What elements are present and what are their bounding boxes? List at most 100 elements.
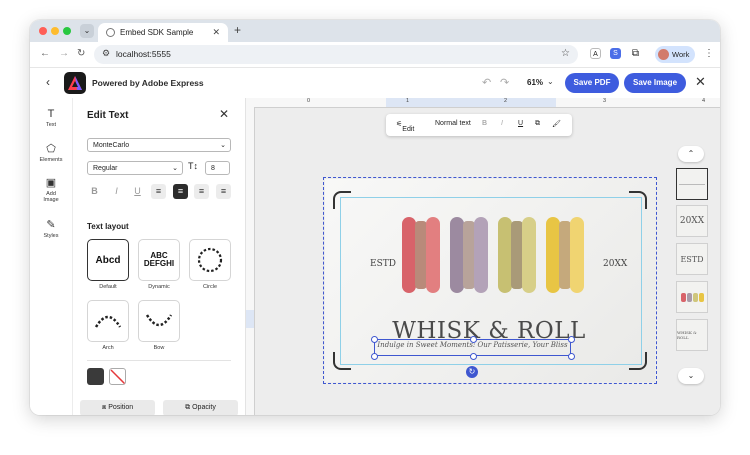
back-chevron-icon[interactable]: ‹ xyxy=(46,75,50,89)
reload-icon[interactable]: ↻ xyxy=(77,48,85,59)
rail-label: Text xyxy=(45,122,57,128)
browser-toolbar: ← → ↻ ⚙ localhost:5555 ☆ A S ⧉ Work ⋮ xyxy=(30,42,720,67)
edit-button[interactable]: ⚟ Edit xyxy=(396,120,414,133)
layout-default[interactable]: Abcd xyxy=(87,239,129,281)
profile-button[interactable]: Work xyxy=(655,46,695,63)
left-rail: T Text ⬠ Elements ▣ Add Image ✎ Styles xyxy=(30,98,73,415)
bookmark-star-icon[interactable]: ☆ xyxy=(561,48,570,59)
layout-circle[interactable] xyxy=(189,239,231,281)
page-thumb-3[interactable]: ESTD xyxy=(676,243,708,275)
zoom-dropdown-icon[interactable]: ⌄ xyxy=(547,77,554,86)
close-tab-icon[interactable]: ✕ xyxy=(212,23,220,42)
browser-menu-icon[interactable]: ⋮ xyxy=(704,48,714,59)
editor-canvas[interactable]: 0 1 2 3 4 ⚟ Edit Normal text B I U ⧉ 🖌 E… xyxy=(246,98,720,415)
ruler-tick: 1 xyxy=(406,98,410,104)
close-window-button[interactable] xyxy=(39,27,47,35)
format-painter-icon[interactable]: 🖌 xyxy=(552,120,561,128)
align-right-button[interactable]: ≡ xyxy=(194,184,209,199)
address-bar[interactable]: ⚙ localhost:5555 ☆ xyxy=(94,45,578,64)
resize-handle[interactable] xyxy=(470,353,477,360)
resize-handle[interactable] xyxy=(371,353,378,360)
line-preview xyxy=(679,183,705,185)
extension-a-icon[interactable]: A xyxy=(590,48,601,59)
close-editor-icon[interactable]: ✕ xyxy=(695,74,706,90)
zoom-level[interactable]: 61% xyxy=(527,78,543,87)
globe-icon xyxy=(106,28,115,37)
rotate-handle-icon[interactable]: ↻ xyxy=(466,366,478,378)
forward-arrow-icon[interactable]: → xyxy=(59,48,69,59)
resize-handle[interactable] xyxy=(371,336,378,343)
duplicate-icon[interactable]: ⧉ xyxy=(535,120,540,128)
font-family-select[interactable]: MonteCarlo ⌄ xyxy=(87,138,231,152)
rail-label: Styles xyxy=(43,233,59,239)
context-underline-button[interactable]: U xyxy=(518,120,523,127)
redo-icon[interactable]: ↷ xyxy=(500,76,509,89)
rail-item-elements[interactable]: ⬠ Elements xyxy=(30,142,72,163)
resize-handle[interactable] xyxy=(470,336,477,343)
scroll-up-button[interactable]: ⌃ xyxy=(678,146,704,162)
text-color-swatch[interactable] xyxy=(87,368,104,385)
chevron-down-icon: ⌄ xyxy=(220,142,226,149)
layout-arch[interactable] xyxy=(87,300,129,342)
resize-handle[interactable] xyxy=(568,353,575,360)
layout-dynamic[interactable]: ABC DEFGHI xyxy=(138,239,180,281)
layout-caption: Circle xyxy=(202,284,218,290)
maximize-window-button[interactable] xyxy=(63,27,71,35)
font-weight-value: Regular xyxy=(93,165,118,172)
align-left-button[interactable]: ≡ xyxy=(151,184,166,199)
no-fill-swatch[interactable] xyxy=(109,368,126,385)
horizontal-ruler: 0 1 2 3 4 xyxy=(246,98,720,108)
arch-text-icon xyxy=(94,315,122,328)
rail-item-styles[interactable]: ✎ Styles xyxy=(30,218,72,239)
edit-text-panel: Edit Text ✕ MonteCarlo ⌄ Regular ⌄ T↕ 8 … xyxy=(73,98,246,415)
layout-bow[interactable] xyxy=(138,300,180,342)
minimize-window-button[interactable] xyxy=(51,27,59,35)
layout-caption: Bow xyxy=(153,345,165,351)
opacity-label: Opacity xyxy=(192,404,216,411)
scroll-down-button[interactable]: ⌄ xyxy=(678,368,704,384)
page-thumb-1[interactable] xyxy=(676,168,708,200)
font-size-icon: T↕ xyxy=(188,161,198,171)
extension-s-icon[interactable]: S xyxy=(610,48,621,59)
rail-item-text[interactable]: T Text xyxy=(30,108,72,128)
close-panel-icon[interactable]: ✕ xyxy=(219,107,229,121)
align-justify-button[interactable]: ≡ xyxy=(216,184,231,199)
no-color-icon xyxy=(110,369,125,384)
page-thumb-5[interactable]: WHISK & ROLL xyxy=(676,319,708,351)
save-image-button[interactable]: Save Image xyxy=(624,73,686,93)
resize-handle[interactable] xyxy=(568,336,575,343)
text-layout-heading: Text layout xyxy=(87,222,129,231)
new-tab-button[interactable]: + xyxy=(234,23,241,37)
ruler-tick: 4 xyxy=(702,98,706,104)
layout-sample: ABC DEFGHI xyxy=(143,251,175,268)
position-button[interactable]: ⧈ Position xyxy=(80,400,155,415)
undo-icon[interactable]: ↶ xyxy=(482,76,491,89)
layout-caption: Default xyxy=(99,284,117,290)
italic-button[interactable]: I xyxy=(109,184,124,199)
font-weight-select[interactable]: Regular ⌄ xyxy=(87,161,183,175)
context-italic-button[interactable]: I xyxy=(501,120,503,127)
layout-sample: Abcd xyxy=(95,254,121,266)
back-arrow-icon[interactable]: ← xyxy=(40,48,50,59)
ruler-highlight xyxy=(386,98,556,107)
page-thumb-4[interactable] xyxy=(676,281,708,313)
opacity-button[interactable]: ⧉ Opacity xyxy=(163,400,238,415)
bold-button[interactable]: B xyxy=(87,184,102,199)
underline-button[interactable]: U xyxy=(130,184,145,199)
tab-title: Embed SDK Sample xyxy=(120,28,194,37)
tab-active[interactable]: Embed SDK Sample ✕ xyxy=(98,23,228,42)
text-style-dropdown[interactable]: Normal text xyxy=(435,120,471,127)
bow-text-icon xyxy=(145,314,173,327)
page-thumb-2[interactable]: 20XX xyxy=(676,205,708,237)
url-text: localhost:5555 xyxy=(116,49,171,59)
font-size-input[interactable]: 8 xyxy=(205,161,230,175)
site-settings-icon[interactable]: ⚙ xyxy=(102,48,110,59)
align-center-button[interactable]: ≡ xyxy=(173,184,188,199)
tab-search-button[interactable]: ⌄ xyxy=(80,24,94,38)
avatar xyxy=(658,49,669,60)
macaron-preview xyxy=(680,292,704,302)
rail-item-add-image[interactable]: ▣ Add Image xyxy=(30,176,72,203)
save-pdf-button[interactable]: Save PDF xyxy=(565,73,619,93)
context-bold-button[interactable]: B xyxy=(482,120,487,127)
extensions-puzzle-icon[interactable]: ⧉ xyxy=(630,48,641,59)
